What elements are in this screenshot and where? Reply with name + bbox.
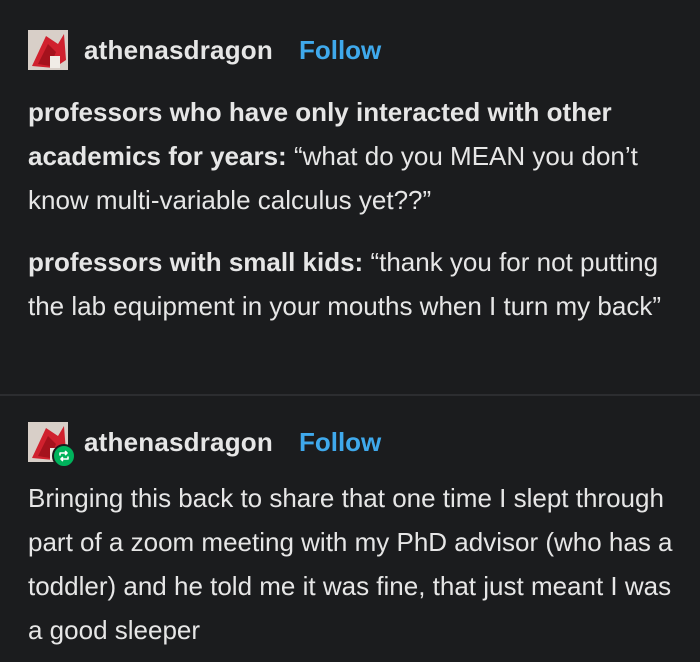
avatar[interactable]: [28, 422, 76, 468]
username[interactable]: athenasdragon: [84, 427, 273, 458]
post-original: athenasdragon Follow professors who have…: [0, 0, 700, 394]
follow-button[interactable]: Follow: [299, 35, 381, 66]
avatar[interactable]: [28, 30, 68, 70]
post-paragraph: professors who have only interacted with…: [28, 90, 680, 222]
post-paragraph: professors with small kids: “thank you f…: [28, 240, 680, 328]
post-header: athenasdragon Follow: [28, 420, 680, 468]
post-reblog: athenasdragon Follow Bringing this back …: [0, 396, 700, 652]
post-header: athenasdragon Follow: [28, 28, 680, 72]
username[interactable]: athenasdragon: [84, 35, 273, 66]
avatar-icon: [28, 30, 68, 70]
follow-button[interactable]: Follow: [299, 427, 381, 458]
paragraph-bold-lead: professors with small kids:: [28, 247, 364, 277]
reblog-icon: [52, 444, 76, 468]
post-body: Bringing this back to share that one tim…: [28, 483, 673, 645]
